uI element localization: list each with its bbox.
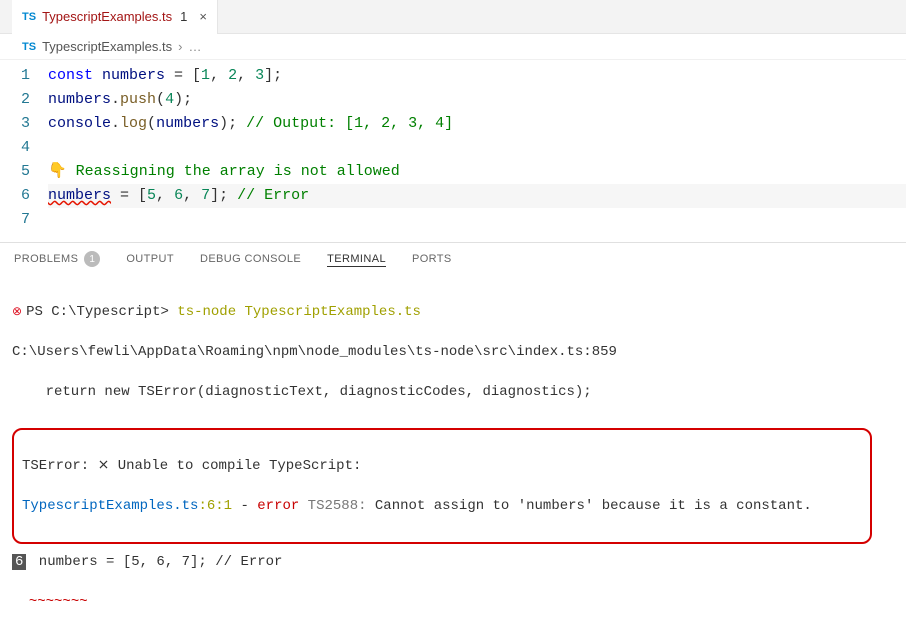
prompt: PS C:\Typescript> xyxy=(26,304,177,320)
tab-label: DEBUG CONSOLE xyxy=(200,253,301,265)
tab-label: OUTPUT xyxy=(126,253,174,265)
tab-dirty-indicator: 1 xyxy=(180,9,187,24)
typescript-file-icon: TS xyxy=(22,11,36,23)
code-line: const numbers = [1, 2, 3]; xyxy=(48,64,906,88)
close-icon[interactable]: × xyxy=(199,9,207,24)
tab-title: TypescriptExamples.ts xyxy=(42,9,172,24)
line-number-gutter: 1 2 3 4 5 6 7 xyxy=(0,64,48,232)
terminal-line: 6 numbers = [5, 6, 7]; // Error xyxy=(12,552,894,572)
terminal-line: ⊗ PS C:\Typescript> ts-node TypescriptExa… xyxy=(12,302,894,322)
terminal-line: C:\Users\fewli\AppData\Roaming\npm\node_… xyxy=(12,342,894,362)
tab-output[interactable]: OUTPUT xyxy=(126,253,174,266)
error-highlight-box: TSError: ⨯ Unable to compile TypeScript:… xyxy=(12,428,872,544)
code-content[interactable]: const numbers = [1, 2, 3]; numbers.push(… xyxy=(48,64,906,232)
line-number: 3 xyxy=(0,112,30,136)
typescript-file-icon: TS xyxy=(22,41,36,53)
code-line: numbers = [5, 6, 7]; // Error xyxy=(48,184,906,208)
breadcrumb-more: … xyxy=(188,39,201,54)
breadcrumb[interactable]: TS TypescriptExamples.ts › … xyxy=(0,34,906,60)
error-underline: ~~~~~~~ xyxy=(29,594,88,610)
terminal-line: TSError: ⨯ Unable to compile TypeScript: xyxy=(22,456,862,476)
tab-problems[interactable]: PROBLEMS 1 xyxy=(14,251,100,268)
code-editor[interactable]: 1 2 3 4 5 6 7 const numbers = [1, 2, 3];… xyxy=(0,60,906,242)
terminal-line: ~~~~~~~ xyxy=(12,592,894,612)
line-number: 2 xyxy=(0,88,30,112)
problems-count-badge: 1 xyxy=(84,251,100,267)
line-number: 4 xyxy=(0,136,30,160)
error-icon: ⊗ xyxy=(12,305,22,319)
command-text: ts-node TypescriptExamples.ts xyxy=(177,304,421,320)
line-number: 1 xyxy=(0,64,30,88)
tab-typescript-examples[interactable]: TS TypescriptExamples.ts 1 × xyxy=(12,0,218,34)
error-squiggle: numbers xyxy=(48,187,111,204)
line-badge: 6 xyxy=(12,554,26,570)
line-number: 7 xyxy=(0,208,30,232)
file-link[interactable]: TypescriptExamples.ts xyxy=(22,498,198,514)
code-line: 👇 Reassigning the array is not allowed xyxy=(48,160,906,184)
tab-terminal[interactable]: TERMINAL xyxy=(327,253,386,267)
line-number: 5 xyxy=(0,160,30,184)
code-line: console.log(numbers); // Output: [1, 2, … xyxy=(48,112,906,136)
tab-label: PROBLEMS xyxy=(14,253,78,265)
terminal-line: TypescriptExamples.ts:6:1 - error TS2588… xyxy=(22,496,862,516)
tab-label: PORTS xyxy=(412,253,452,265)
panel-tab-bar: PROBLEMS 1 OUTPUT DEBUG CONSOLE TERMINAL… xyxy=(0,242,906,276)
terminal-line: return new TSError(diagnosticText, diagn… xyxy=(12,382,894,402)
code-line: numbers.push(4); xyxy=(48,88,906,112)
tab-ports[interactable]: PORTS xyxy=(412,253,452,266)
editor-tab-bar: TS TypescriptExamples.ts 1 × xyxy=(0,0,906,34)
line-number: 6 xyxy=(0,184,30,208)
chevron-right-icon: › xyxy=(178,39,182,54)
tab-label: TERMINAL xyxy=(327,253,386,265)
breadcrumb-file: TypescriptExamples.ts xyxy=(42,39,172,54)
terminal-panel[interactable]: ⊗ PS C:\Typescript> ts-node TypescriptExa… xyxy=(0,276,906,642)
tab-debug-console[interactable]: DEBUG CONSOLE xyxy=(200,253,301,266)
code-line xyxy=(48,136,906,160)
code-line xyxy=(48,208,906,232)
